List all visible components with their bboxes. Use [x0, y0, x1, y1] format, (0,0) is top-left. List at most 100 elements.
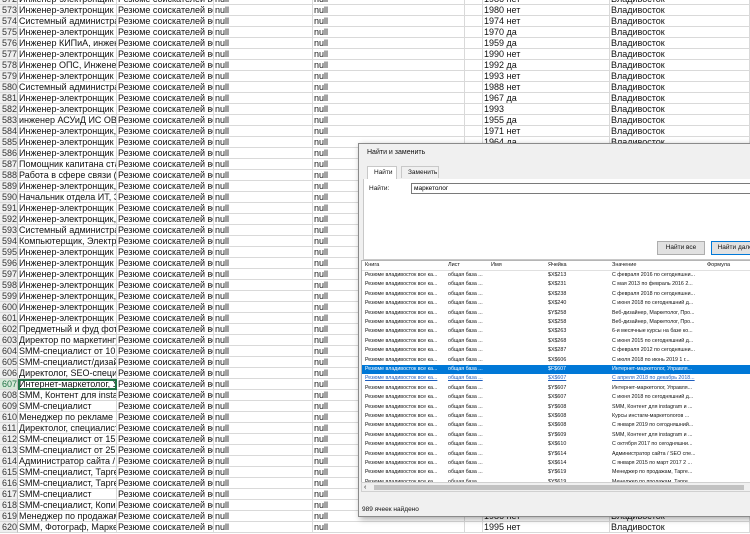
cell-c[interactable]: null: [214, 137, 313, 148]
cell-title[interactable]: Инженер-электронщик от: [18, 27, 117, 38]
row-number[interactable]: 586: [0, 148, 18, 159]
cell-c[interactable]: null: [214, 60, 313, 71]
result-row[interactable]: Резюме владивосток все ка... общая база .…: [362, 299, 750, 308]
result-row[interactable]: Резюме владивосток все ка... общая база .…: [362, 356, 750, 365]
row-number[interactable]: 620: [0, 522, 18, 533]
cell-title[interactable]: инженер АСУиД ИС ОВиК: [18, 115, 117, 126]
result-row[interactable]: Резюме владивосток все ка... общая база .…: [362, 431, 750, 440]
cell-title[interactable]: Инженер-электронщик от: [18, 247, 117, 258]
cell-c[interactable]: null: [214, 82, 313, 93]
cell-source[interactable]: Резюме соискателей во Владивостоке: [117, 203, 214, 214]
cell-source[interactable]: Резюме соискателей во Владивостоке: [117, 412, 214, 423]
cell-d[interactable]: null: [313, 49, 465, 60]
result-row[interactable]: Резюме владивосток все ка... общая база .…: [362, 450, 750, 459]
cell-source[interactable]: Резюме соискателей во Владивостоке: [117, 137, 214, 148]
row-number[interactable]: 614: [0, 456, 18, 467]
row-number[interactable]: 591: [0, 203, 18, 214]
cell-source[interactable]: Резюме соискателей во Владивостоке: [117, 357, 214, 368]
sheet-row[interactable]: 576Инженер КИПиА, инженерРезюме соискате…: [0, 38, 750, 49]
cell-c[interactable]: null: [214, 170, 313, 181]
cell-year[interactable]: 1993 нет: [483, 71, 610, 82]
cell-title[interactable]: Менеджер по рекламе и Р: [18, 412, 117, 423]
header-cell[interactable]: Ячейка: [548, 261, 610, 270]
sheet-row[interactable]: 579 Инженер-электронщик от Резюме соискате…: [0, 71, 750, 82]
cell-title[interactable]: Инженер КИПиА, инженер: [18, 38, 117, 49]
cell-source[interactable]: Резюме соискателей во Владивостоке: [117, 258, 214, 269]
row-number[interactable]: 575: [0, 27, 18, 38]
cell-c[interactable]: null: [214, 225, 313, 236]
cell-d[interactable]: null: [313, 60, 465, 71]
cell-c[interactable]: null: [214, 49, 313, 60]
cell-city[interactable]: Владивосток: [610, 126, 750, 137]
row-number[interactable]: 611: [0, 423, 18, 434]
cell-c[interactable]: null: [214, 489, 313, 500]
row-number[interactable]: 610: [0, 412, 18, 423]
cell-source[interactable]: Резюме соискателей во Владивостоке: [117, 93, 214, 104]
cell-title[interactable]: Инженер-электронщик, Эн: [18, 214, 117, 225]
cell-c[interactable]: null: [214, 412, 313, 423]
cell-source[interactable]: Резюме соискателей во Владивостоке: [117, 170, 214, 181]
sheet-row[interactable]: 580Системный администраторРезюме соискат…: [0, 82, 750, 93]
cell-source[interactable]: Резюме соискателей во Владивостоке: [117, 423, 214, 434]
cell-title[interactable]: SMM-специалист, Таргетол: [18, 478, 117, 489]
cell-source[interactable]: Резюме соискателей во Владивостоке: [117, 489, 214, 500]
cell-source[interactable]: Резюме соискателей во Владивостоке: [117, 269, 214, 280]
cell-title[interactable]: SMM, Контент для instagra: [18, 390, 117, 401]
tab-find[interactable]: Найти: [367, 166, 397, 180]
cell-c[interactable]: null: [214, 192, 313, 203]
cell-c[interactable]: null: [214, 214, 313, 225]
sheet-row[interactable]: 582 Инженер-электронщик от Резюме соискате…: [0, 104, 750, 115]
cell-c[interactable]: null: [214, 401, 313, 412]
cell-c[interactable]: null: [214, 368, 313, 379]
row-number[interactable]: 576: [0, 38, 18, 49]
row-number[interactable]: 605: [0, 357, 18, 368]
cell-title[interactable]: Инженер-электронщик от: [18, 313, 117, 324]
cell-title[interactable]: Директолог, SEO-специали: [18, 368, 117, 379]
cell-title[interactable]: Работа в сфере связи (сот: [18, 170, 117, 181]
cell-city[interactable]: Владивосток: [610, 522, 750, 533]
cell-title[interactable]: Помощник капитана старш: [18, 159, 117, 170]
cell-source[interactable]: Резюме соискателей во Владивостоке: [117, 346, 214, 357]
cell-title[interactable]: SMM-специалист, Таргетол: [18, 467, 117, 478]
cell-title[interactable]: Инженер-электронщик: [18, 93, 117, 104]
sheet-row[interactable]: 583 инженер АСУиД ИС ОВиК Резюме соискател…: [0, 115, 750, 126]
cell-title[interactable]: Инженер-электронщик от: [18, 71, 117, 82]
cell-title[interactable]: SMM-специалист от 25 000: [18, 445, 117, 456]
cell-c[interactable]: null: [214, 148, 313, 159]
cell-title[interactable]: Инженер-электронщик от: [18, 269, 117, 280]
row-number[interactable]: 615: [0, 467, 18, 478]
cell-d[interactable]: null: [313, 115, 465, 126]
result-row[interactable]: Резюме владивосток все ка... общая база .…: [362, 271, 750, 280]
cell-source[interactable]: Резюме соискателей во Владивостоке: [117, 522, 214, 533]
cell-source[interactable]: Резюме соискателей во Владивостоке: [117, 225, 214, 236]
cell-year[interactable]: 1970 да: [483, 27, 610, 38]
row-number[interactable]: 583: [0, 115, 18, 126]
header-name[interactable]: Имя: [491, 261, 547, 270]
cell-source[interactable]: Резюме соискателей во Владивостоке: [117, 148, 214, 159]
cell-source[interactable]: Резюме соискателей во Владивостоке: [117, 214, 214, 225]
header-book[interactable]: Книга: [365, 261, 445, 270]
row-number[interactable]: 574: [0, 16, 18, 27]
cell-e[interactable]: [465, 82, 483, 93]
row-number[interactable]: 582: [0, 104, 18, 115]
row-number[interactable]: 603: [0, 335, 18, 346]
cell-source[interactable]: Резюме соискателей во Владивостоке: [117, 115, 214, 126]
cell-source[interactable]: Резюме соискателей во Владивостоке: [117, 159, 214, 170]
cell-c[interactable]: null: [214, 346, 313, 357]
cell-title[interactable]: SMM-специалист от 15 000: [18, 434, 117, 445]
cell-c[interactable]: null: [214, 379, 313, 390]
cell-source[interactable]: Резюме соискателей во Владивостоке: [117, 5, 214, 16]
result-row[interactable]: Резюме владивосток все ка... общая база .…: [362, 327, 750, 336]
cell-e[interactable]: [465, 27, 483, 38]
cell-title[interactable]: Инженер-электронщик: [18, 302, 117, 313]
cell-source[interactable]: Резюме соискателей во Владивостоке: [117, 313, 214, 324]
cell-source[interactable]: Резюме соискателей во Владивостоке: [117, 335, 214, 346]
result-row[interactable]: Резюме владивосток все ка... общая база .…: [362, 374, 750, 383]
sheet-row[interactable]: 574Системный администраторРезюме соискат…: [0, 16, 750, 27]
cell-year[interactable]: 1980 нет: [483, 5, 610, 16]
cell-c[interactable]: null: [214, 522, 313, 533]
cell-c[interactable]: null: [214, 335, 313, 346]
cell-source[interactable]: Резюме соискателей во Владивостоке: [117, 291, 214, 302]
cell-c[interactable]: null: [214, 236, 313, 247]
row-number[interactable]: 590: [0, 192, 18, 203]
